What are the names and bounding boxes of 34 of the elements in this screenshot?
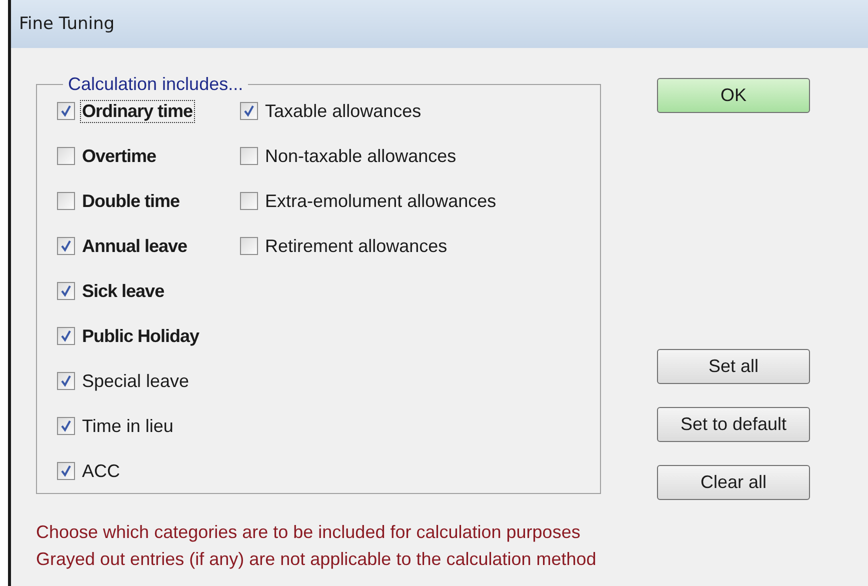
action-button[interactable]: Set to default — [657, 407, 810, 442]
checkbox[interactable] — [57, 237, 75, 255]
checkbox[interactable] — [57, 147, 75, 165]
checkbox[interactable] — [240, 102, 258, 120]
checkbox-label[interactable]: Taxable allowances — [264, 100, 422, 122]
checkbox[interactable] — [57, 417, 75, 435]
checkbox-label[interactable]: Ordinary time — [81, 100, 194, 122]
checkbox-label[interactable]: Time in lieu — [81, 416, 174, 436]
checkbox-label[interactable]: ACC — [81, 460, 122, 482]
checkbox[interactable] — [57, 327, 75, 345]
checkbox[interactable] — [57, 102, 75, 120]
checkbox-label[interactable]: Special leave — [81, 370, 190, 392]
checkbox[interactable] — [240, 237, 258, 255]
checkbox[interactable] — [57, 462, 75, 480]
window-title: Fine Tuning — [19, 14, 115, 34]
checkbox-label[interactable]: Public Holiday — [81, 326, 200, 346]
group-legend: Calculation includes... — [63, 74, 248, 95]
checkbox[interactable] — [240, 192, 258, 210]
checkbox[interactable] — [240, 147, 258, 165]
checkbox-label[interactable]: Extra-emolument allowances — [264, 190, 498, 212]
checkbox-label[interactable]: Sick leave — [81, 280, 166, 302]
checkbox[interactable] — [57, 372, 75, 390]
checkbox-label[interactable]: Non-taxable allowances — [264, 146, 458, 166]
hint-text: Grayed out entries (if any) are not applicable to the calculation method — [36, 549, 598, 570]
checkbox[interactable] — [57, 192, 75, 210]
hint-text: Choose which categories are to be included for calculation purposes — [36, 522, 582, 543]
action-button[interactable]: Clear all — [657, 465, 810, 500]
checkbox-label[interactable]: Retirement allowances — [264, 236, 448, 256]
checkbox-label[interactable]: Double time — [81, 190, 181, 212]
ok-button[interactable]: OK — [657, 78, 810, 113]
action-button[interactable]: Set all — [657, 349, 810, 384]
checkbox[interactable] — [57, 282, 75, 300]
checkbox-label[interactable]: Annual leave — [81, 236, 188, 256]
checkbox-label[interactable]: Overtime — [81, 146, 158, 166]
